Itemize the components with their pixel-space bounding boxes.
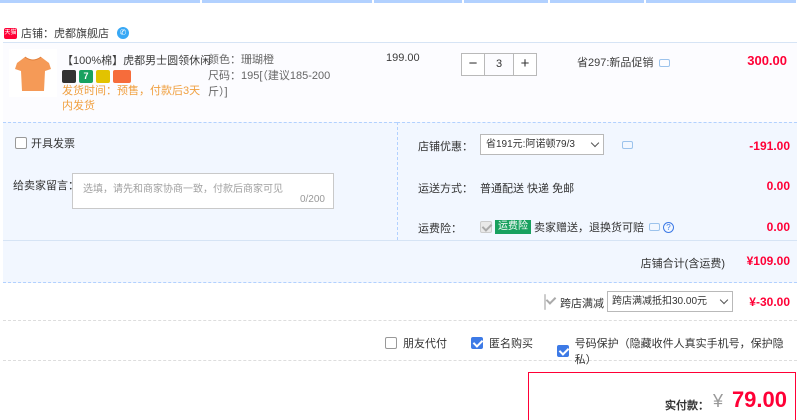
product-color: 颜色：珊瑚橙 (208, 54, 274, 66)
help-icon[interactable]: ? (663, 221, 674, 233)
header-divider (374, 0, 462, 3)
wangwang-chat-icon[interactable]: ✆ (117, 27, 129, 39)
chevron-down-icon (590, 138, 600, 148)
subtotal-label: 店铺合计(含运费) (640, 258, 725, 270)
currency-symbol: ¥ (712, 391, 723, 411)
number-protect-label: 号码保护（隐藏收件人真实手机号，保护隐私） (574, 338, 784, 366)
order-options: 开具发票 给卖家留言： 选填，请先和商家协商一致，付款后商家可见 0/200 (3, 122, 397, 240)
payment-summary: 实付款： ¥ 79.00 (528, 372, 796, 420)
payment-label: 实付款： (665, 400, 709, 412)
anonymous-label: 匿名购买 (489, 338, 533, 350)
unit-price: 199.00 (386, 52, 420, 64)
invoice-option[interactable]: 开具发票 (15, 135, 75, 151)
insurance-row: 运费险 卖家赠送，退换货可赔 ? (480, 219, 674, 235)
item-promotion: 省297:新品促销 (577, 54, 671, 70)
subtotal-value: ¥109.00 (746, 254, 790, 268)
friend-pay-option[interactable]: 朋友代付 (385, 335, 447, 351)
shipping-method: 普通配送 快递 免邮 (480, 183, 575, 195)
service-icons: 7 (62, 70, 131, 83)
cross-store-select[interactable]: 跨店满减抵扣30.00元 (607, 291, 733, 312)
ship-time-text: 发货时间：预售，付款后3天内发货 (62, 85, 201, 112)
header-divider (646, 0, 796, 3)
yellow-badge-icon[interactable] (96, 70, 110, 83)
header-divider (464, 0, 548, 3)
message-char-count: 0/200 (299, 194, 325, 205)
order-flags: 朋友代付 匿名购买 号码保护（隐藏收件人真实手机号，保护隐私） (3, 321, 797, 366)
shop-coupon-select[interactable]: 省191元:阿诺顿79/3 (480, 134, 604, 155)
number-protect-checkbox[interactable] (557, 345, 569, 357)
cross-store-discount: 跨店满减 跨店满减抵扣30.00元 ¥-30.00 (3, 283, 797, 321)
cross-store-select-value: 跨店满减抵扣30.00元 (612, 296, 708, 307)
insurance-amount: 0.00 (766, 220, 790, 234)
cross-store-label: 跨店满减 (560, 298, 604, 310)
shop-discount-amount: -191.00 (749, 139, 790, 153)
message-placeholder: 选填，请先和商家协商一致，付款后商家可见 (83, 184, 283, 195)
dark-badge-icon[interactable] (62, 70, 76, 83)
message-icon[interactable] (659, 59, 671, 67)
insurance-checkbox (480, 221, 492, 233)
order-pricing-panel: 店铺优惠： 省191元:阿诺顿79/3 -191.00 运送方式： 普通配送 快… (397, 122, 797, 240)
product-thumbnail[interactable] (9, 49, 57, 97)
shipping-amount: 0.00 (766, 179, 790, 193)
product-attributes: 颜色：珊瑚橙 尺码：195[（建议185-200斤）] (208, 52, 343, 100)
line-total: 300.00 (747, 53, 787, 68)
invoice-label: 开具发票 (31, 138, 75, 150)
seller-message-input[interactable]: 选填，请先和商家协商一致，付款后商家可见 0/200 (72, 173, 334, 209)
anonymous-option[interactable]: 匿名购买 (471, 335, 533, 351)
decrease-qty-button[interactable]: − (461, 53, 485, 76)
7-day-return-icon[interactable]: 7 (79, 70, 93, 83)
insurance-label: 运费险： (418, 223, 462, 235)
header-divider (202, 0, 372, 3)
orange-badge-icon[interactable] (113, 70, 131, 83)
quantity-input[interactable]: 3 (485, 53, 513, 76)
insurance-text: 卖家赠送，退换货可赔 (534, 222, 644, 234)
payment-amount: 79.00 (731, 387, 787, 412)
cross-store-checkbox (544, 294, 546, 310)
chevron-down-icon (719, 295, 729, 305)
invoice-checkbox[interactable] (15, 137, 27, 149)
shop-subtotal: 店铺合计(含运费) ¥109.00 (3, 240, 797, 283)
friend-pay-checkbox[interactable] (385, 337, 397, 349)
tshirt-icon (15, 56, 51, 91)
shop-name-link[interactable]: 店铺：虎都旗舰店 (21, 25, 109, 41)
message-label: 给卖家留言： (13, 180, 79, 192)
product-size: 尺码：195[（建议185-200斤）] (208, 70, 331, 98)
tmall-icon: 天猫 (4, 27, 17, 39)
product-title-link[interactable]: 【100%棉】虎都男士圆领休闲... (62, 52, 210, 68)
shipping-label: 运送方式： (418, 183, 473, 195)
shop-coupon-value: 省191元:阿诺顿79/3 (486, 139, 575, 150)
item-promotion-text: 省297:新品促销 (577, 57, 654, 69)
friend-pay-label: 朋友代付 (403, 338, 447, 350)
number-protect-option[interactable]: 号码保护（隐藏收件人真实手机号，保护隐私） (557, 335, 797, 367)
message-icon[interactable] (622, 141, 633, 149)
increase-qty-button[interactable]: + (513, 53, 537, 76)
header-divider (550, 0, 644, 3)
shop-row: 天猫 店铺：虎都旗舰店 ✆ (4, 24, 129, 42)
quantity-stepper: − 3 + (461, 53, 537, 76)
message-icon[interactable] (649, 223, 660, 231)
order-item: 【100%棉】虎都男士圆领休闲... 7 发货时间：预售，付款后3天内发货 颜色… (3, 42, 797, 122)
anonymous-checkbox[interactable] (471, 337, 483, 349)
insurance-badge: 运费险 (495, 220, 531, 234)
cross-store-amount: ¥-30.00 (749, 295, 790, 309)
header-divider (0, 0, 200, 3)
shop-discount-label: 店铺优惠： (418, 141, 473, 153)
